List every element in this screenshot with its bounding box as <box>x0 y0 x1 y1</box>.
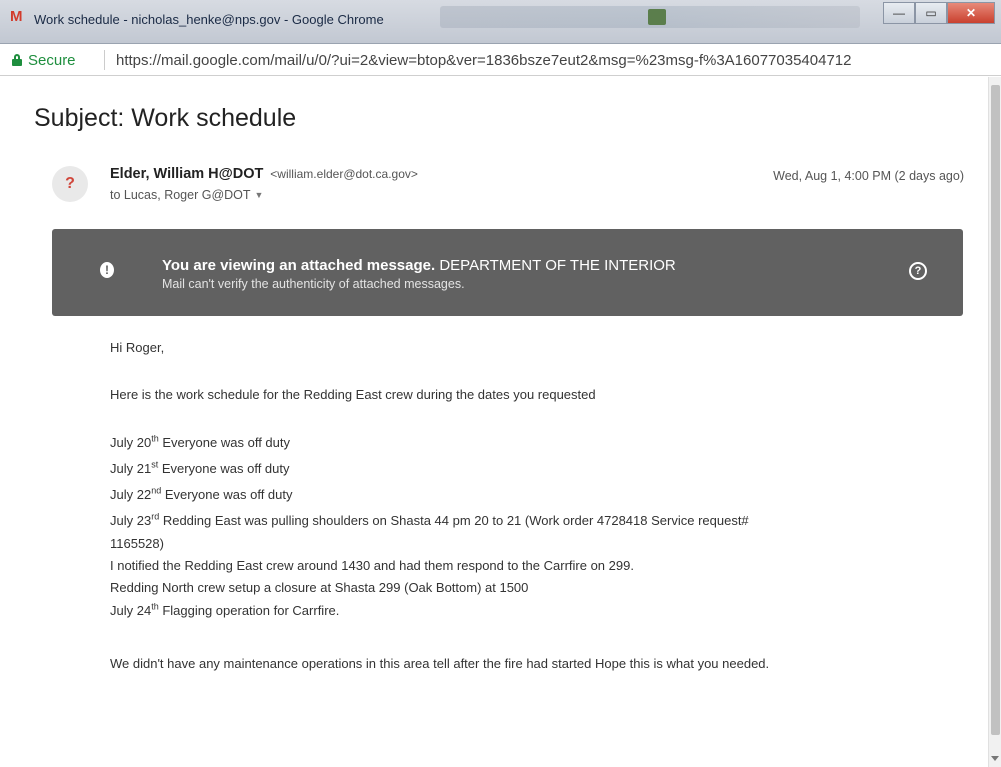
window-title-bar: M Work schedule - nicholas_henke@nps.gov… <box>0 0 1001 44</box>
banner-title: You are viewing an attached message. DEP… <box>162 257 676 274</box>
schedule-text: Redding East was pulling shoulders on Sh… <box>159 513 749 528</box>
lock-icon[interactable] <box>12 54 22 66</box>
vertical-scrollbar[interactable] <box>988 77 1001 767</box>
schedule-day: July 24 <box>110 603 152 618</box>
address-separator <box>104 50 105 70</box>
gmail-logo-icon: M <box>10 8 23 25</box>
schedule-day: July 23 <box>110 513 152 528</box>
secure-label[interactable]: Secure <box>28 52 76 69</box>
maximize-button[interactable]: ▭ <box>915 2 947 24</box>
message-view: Subject: Work schedule ? Elder, William … <box>0 77 988 767</box>
notified-line: I notified the Redding East crew around … <box>110 558 634 573</box>
intro-paragraph: Here is the work schedule for the Reddin… <box>110 387 596 402</box>
minimize-button[interactable]: — <box>883 2 915 24</box>
message-date: Wed, Aug 1, 4:00 PM (2 days ago) <box>773 169 964 183</box>
schedule-suffix: th <box>151 433 159 444</box>
sender-avatar: ? <box>52 166 88 202</box>
schedule-text: Everyone was off duty <box>158 461 290 476</box>
url-text[interactable]: https://mail.google.com/mail/u/0/?ui=2&v… <box>116 52 992 69</box>
recipient-line[interactable]: to Lucas, Roger G@DOT ▼ <box>110 188 263 202</box>
schedule-text: Everyone was off duty <box>158 435 290 450</box>
schedule-line: July 21st Everyone was off duty <box>110 460 290 476</box>
window-controls: — ▭ ✕ <box>883 2 995 28</box>
recipient-text: to Lucas, Roger G@DOT <box>110 188 251 202</box>
schedule-continuation: 1165528) <box>110 536 164 551</box>
schedule-day: July 22 <box>110 487 152 502</box>
alert-icon: ! <box>100 262 114 278</box>
tab-favicon-icon <box>648 9 666 25</box>
schedule-line: July 24th Flagging operation for Carrfir… <box>110 601 340 618</box>
banner-subtitle: Mail can't verify the authenticity of at… <box>162 277 465 291</box>
schedule-line: July 22nd Everyone was off duty <box>110 485 293 502</box>
scrollbar-thumb[interactable] <box>991 85 1000 735</box>
close-button[interactable]: ✕ <box>947 2 995 24</box>
closing-paragraph: We didn't have any maintenance operation… <box>110 656 770 671</box>
help-icon[interactable]: ? <box>909 262 927 280</box>
schedule-day: July 21 <box>110 461 152 476</box>
sender-name[interactable]: Elder, William H@DOT <box>110 166 263 182</box>
north-crew-line: Redding North crew setup a closure at Sh… <box>110 580 529 595</box>
schedule-line: July 23rd Redding East was pulling shoul… <box>110 512 749 528</box>
banner-title-rest: DEPARTMENT OF THE INTERIOR <box>435 257 676 274</box>
schedule-suffix: th <box>151 601 159 612</box>
address-bar[interactable]: Secure https://mail.google.com/mail/u/0/… <box>0 44 1001 76</box>
schedule-day: July 20 <box>110 435 152 450</box>
scroll-down-arrow-icon[interactable] <box>991 756 999 761</box>
banner-title-strong: You are viewing an attached message. <box>162 257 436 274</box>
greeting: Hi Roger, <box>110 340 165 355</box>
sender-line: Elder, William H@DOT <william.elder@dot.… <box>110 165 418 182</box>
sender-email: <william.elder@dot.ca.gov> <box>270 167 418 181</box>
schedule-text: Everyone was off duty <box>161 487 293 502</box>
attached-message-banner: ! You are viewing an attached message. D… <box>52 229 963 316</box>
chevron-down-icon[interactable]: ▼ <box>255 190 264 200</box>
message-subject: Subject: Work schedule <box>34 104 297 132</box>
schedule-suffix: nd <box>151 485 162 496</box>
window-title: Work schedule - nicholas_henke@nps.gov -… <box>34 12 384 27</box>
schedule-text: Flagging operation for Carrfire. <box>158 603 340 618</box>
schedule-line: July 20th Everyone was off duty <box>110 433 290 450</box>
